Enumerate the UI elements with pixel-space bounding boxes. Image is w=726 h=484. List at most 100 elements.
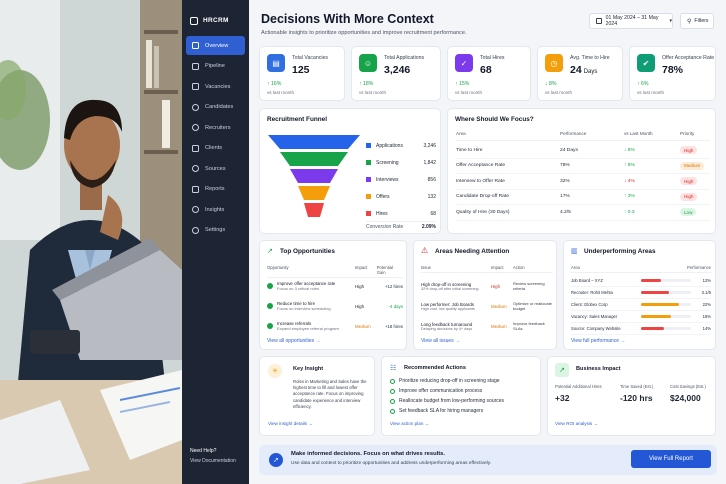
sidebar-item-label: Clients xyxy=(205,145,223,151)
main-content: Decisions With More Context Actionable i… xyxy=(249,0,726,484)
gain-cell: -4 days xyxy=(388,303,403,309)
table-row[interactable]: Quality of Hire (30 Days) 4.2/5 ↑ 0.3 Low xyxy=(456,205,710,221)
funnel-stage: Hires 68 xyxy=(366,205,436,222)
sidebar-item-candidates[interactable]: Candidates xyxy=(186,98,245,117)
sidebar-item-overview[interactable]: Overview xyxy=(186,36,245,55)
sidebar-item-settings[interactable]: Settings xyxy=(186,221,245,240)
rocket-icon: ➚ xyxy=(269,453,283,467)
document-icon xyxy=(192,185,199,193)
list-item[interactable]: Recruiter: Rohit Mehta 3.1/5 xyxy=(571,287,711,299)
issue-subtitle: 32% drop-off after initial screening xyxy=(421,286,479,291)
sidebar-item-sources[interactable]: Sources xyxy=(186,159,245,178)
user-icon xyxy=(192,124,199,131)
funnel-stage: Offers 132 xyxy=(366,188,436,205)
view-all-issues-link[interactable]: View all issues → xyxy=(421,338,460,344)
kpi-card-hires[interactable]: ✓ Total Hires 68 ↑ 15% vs last month xyxy=(447,46,531,101)
kpi-card-vacancies[interactable]: ▤ Total Vacancies 125 ↑ 16% vs last mont… xyxy=(259,46,345,101)
documentation-link[interactable]: View Documentation xyxy=(190,456,236,466)
opportunity-text: Increase referrals Expand employee referr… xyxy=(277,321,355,331)
legend-swatch xyxy=(366,177,371,182)
view-action-plan-link[interactable]: View action plan → xyxy=(390,421,429,426)
sidebar-item-recruiters[interactable]: Recruiters xyxy=(186,118,245,137)
impact-metric: Time Saved (Est.) -120 hrs xyxy=(620,384,654,403)
table-row[interactable]: Offer Acceptance Rate 78% ↑ 6% Medium xyxy=(456,159,710,174)
opportunity-subtitle: Expand employee referral program xyxy=(277,326,339,331)
list-item[interactable]: Job Board – XYZ 12% xyxy=(571,275,711,287)
action-item[interactable]: Reallocate budget from low-performing so… xyxy=(390,396,538,406)
list-item[interactable]: Low performer: Job Boards High cost, low … xyxy=(421,296,553,316)
briefcase-icon xyxy=(192,83,199,90)
list-item[interactable]: Source: Company Website 14% xyxy=(571,323,711,335)
view-all-opportunities-link[interactable]: View all opportunities → xyxy=(267,338,321,344)
list-item[interactable]: Reduce time to hire Focus on interview sc… xyxy=(267,296,403,316)
hero-photo xyxy=(0,0,182,484)
recruitment-funnel-card: Recruitment Funnel Applications 3,246 Scr… xyxy=(259,108,441,234)
area-label: Client: Globex Corp xyxy=(571,302,608,307)
area-cell: Time to Hire xyxy=(456,147,483,153)
list-item[interactable]: Client: Globex Corp 22% xyxy=(571,299,711,311)
impact-cell: Medium xyxy=(491,303,507,309)
area-label: Vacancy: Sales Manager xyxy=(571,314,618,319)
underperforming-list: Job Board – XYZ 12% Recruiter: Rohit Mehta… xyxy=(571,275,711,335)
view-full-report-button[interactable]: View Full Report xyxy=(631,450,711,468)
view-insight-details-link[interactable]: View insight details → xyxy=(268,421,313,426)
legend-swatch xyxy=(366,194,371,199)
sidebar-item-insights[interactable]: Insights xyxy=(186,200,245,219)
priority-badge: High xyxy=(680,177,698,186)
list-item[interactable]: Improve offer acceptance rate Focus on 3 … xyxy=(267,276,403,296)
cta-subtitle: Use data and context to prioritize oppor… xyxy=(291,461,492,466)
card-title: Where Should We Focus? xyxy=(455,116,534,123)
issue-text: Low performer: Job Boards High cost, low … xyxy=(421,302,491,311)
kpi-value: 3,246 xyxy=(384,64,411,76)
view-roi-analysis-link[interactable]: View ROI analysis → xyxy=(555,421,598,426)
performance-bar-fill xyxy=(641,303,679,306)
check-icon xyxy=(390,398,395,404)
kpi-card-time-to-hire[interactable]: ◷ Avg. Time to Hire 24 Days ↓ 8% vs last … xyxy=(537,46,623,101)
action-item[interactable]: Set feedback SLA for hiring managers xyxy=(390,406,538,416)
sidebar-item-reports[interactable]: Reports xyxy=(186,180,245,199)
businessman-photo-illustration xyxy=(0,0,182,484)
impact-cell: Medium xyxy=(491,323,507,329)
users-icon xyxy=(192,103,199,111)
performance-cell: 78% xyxy=(560,163,570,169)
table-row[interactable]: Time to Hire 24 Days ↓ 8% High xyxy=(456,143,710,159)
page-subtitle: Actionable insights to prioritize opport… xyxy=(261,30,467,36)
list-item[interactable]: High drop-off in screening 32% drop-off a… xyxy=(421,276,553,296)
table-row[interactable]: Interview to Offer Rate 32% ↓ 4% High xyxy=(456,174,710,190)
filters-button[interactable]: ⚲ Filters xyxy=(680,13,714,29)
trend-up-icon: ↗ xyxy=(267,248,273,255)
attention-header: Issue Impact Action xyxy=(421,265,553,273)
sidebar-item-label: Overview xyxy=(205,42,229,49)
card-title: Business Impact xyxy=(576,366,621,372)
kpi-card-offer-acceptance[interactable]: ✔ Offer Acceptance Rate 78% ↑ 6% vs last… xyxy=(629,46,716,101)
delta-cell: ↑ 6% xyxy=(624,163,635,169)
impact-cell: High xyxy=(355,303,365,309)
sidebar-item-label: Recruiters xyxy=(205,124,231,131)
filter-icon: ⚲ xyxy=(687,18,692,25)
action-item[interactable]: Prioritize reducing drop-off in screenin… xyxy=(390,376,538,386)
table-row[interactable]: Candidate Drop-off Rate 17% ↑ 3% High xyxy=(456,190,710,205)
kpi-label: Total Hires xyxy=(480,55,505,61)
gain-cell: +18 hires xyxy=(384,323,403,329)
impact-metric: Cost Savings (Est.) $24,000 xyxy=(670,384,706,403)
sidebar-item-clients[interactable]: Clients xyxy=(186,139,245,158)
performance-cell: 4.2/5 xyxy=(560,209,571,215)
date-range-picker[interactable]: 01 May 2024 – 31 May 2024 ▾ xyxy=(589,13,673,29)
list-item[interactable]: Increase referrals Expand employee referr… xyxy=(267,316,403,336)
business-impact-card: ↗ Business Impact Potential Additional H… xyxy=(547,356,716,436)
action-text: Reallocate budget from low-performing so… xyxy=(399,398,505,404)
kpi-card-applications[interactable]: ☺ Total Applications 3,246 ↑ 18% vs last… xyxy=(351,46,441,101)
legend-swatch xyxy=(366,211,371,216)
list-item[interactable]: Long feedback turnaround Delaying decisio… xyxy=(421,316,553,336)
sidebar-item-vacancies[interactable]: Vacancies xyxy=(186,77,245,96)
check-icon xyxy=(390,388,395,394)
kpi-label: Offer Acceptance Rate xyxy=(662,55,715,61)
kpi-comparison: vs last month xyxy=(455,90,483,95)
sidebar-item-pipeline[interactable]: Pipeline xyxy=(186,57,245,76)
list-item[interactable]: Vacancy: Sales Manager 18% xyxy=(571,311,711,323)
kpi-comparison: vs last month xyxy=(359,90,387,95)
action-item[interactable]: Improve offer communication process xyxy=(390,386,538,396)
sidebar-item-label: Vacancies xyxy=(205,83,231,90)
help-section: Need Help? View Documentation xyxy=(190,446,236,466)
view-full-performance-link[interactable]: View full performance → xyxy=(571,338,625,344)
